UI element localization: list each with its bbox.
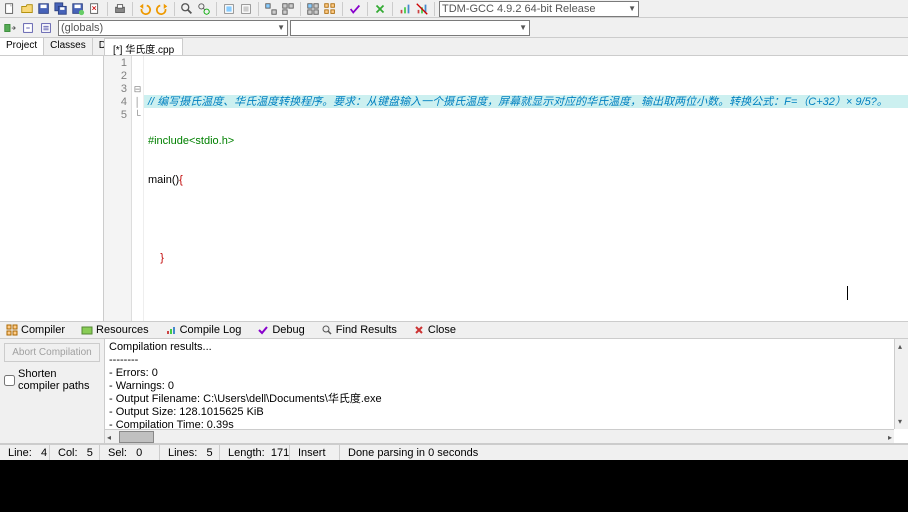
scope-select-value: (globals) [61,22,103,34]
editor-tabs: [*] 华氏度.cpp [104,38,908,56]
compiler-select-value: TDM-GCC 4.9.2 64-bit Release [442,3,595,15]
code-editor[interactable]: 12345 ⊟│└ // 编写摄氏温度、华氏温度转换程序。要求：从键盘输入一个摄… [104,56,908,321]
save-as-icon[interactable] [70,1,86,17]
goto-func-icon[interactable] [2,20,18,36]
run-icon[interactable] [238,1,254,17]
tab-compilelog[interactable]: Compile Log [161,323,246,337]
compile-controls: Abort Compilation Shorten compiler paths [0,339,105,443]
shorten-paths-checkbox[interactable]: Shorten compiler paths [4,368,100,392]
compile-icon[interactable] [221,1,237,17]
compile-run1-icon[interactable] [263,1,279,17]
grid-icon[interactable] [322,1,338,17]
rebuild-icon[interactable] [305,1,321,17]
tab-btm-debug[interactable]: Debug [253,323,308,337]
line-gutter: 12345 [104,56,132,321]
scope-select[interactable]: (globals)▼ [58,20,288,36]
status-bar: Line: 4 Col: 5 Sel: 0 Lines: 5 Length: 1… [0,444,908,460]
close-file-icon[interactable] [87,1,103,17]
output-tabs: Compiler Resources Compile Log Debug Fin… [0,321,908,339]
new-file-icon[interactable] [2,1,18,17]
debug-check-icon[interactable] [347,1,363,17]
compiler-select[interactable]: TDM-GCC 4.9.2 64-bit Release▼ [439,1,639,17]
tab-close[interactable]: Close [409,323,460,337]
fold-gutter: ⊟│└ [132,56,144,321]
back-icon[interactable] [20,20,36,36]
member-select[interactable]: ▼ [290,20,530,36]
print-icon[interactable] [112,1,128,17]
text-cursor [847,286,848,300]
horizontal-scrollbar[interactable] [105,429,894,443]
fwd-icon[interactable] [38,20,54,36]
tab-classes[interactable]: Classes [44,38,93,55]
tab-compiler[interactable]: Compiler [2,323,69,337]
tab-resources[interactable]: Resources [77,323,153,337]
scope-toolbar: (globals)▼ ▼ [0,18,908,38]
save-all-icon[interactable] [53,1,69,17]
editor-tab-active[interactable]: [*] 华氏度.cpp [104,38,183,55]
debug-stop-icon[interactable] [372,1,388,17]
project-panel: Project Classes Debug [0,38,104,321]
find-icon[interactable] [179,1,195,17]
tab-findresults[interactable]: Find Results [317,323,401,337]
main-toolbar: TDM-GCC 4.9.2 64-bit Release▼ [0,0,908,18]
undo-icon[interactable] [137,1,153,17]
save-icon[interactable] [36,1,52,17]
compile-run2-icon[interactable] [280,1,296,17]
delete-profile-icon[interactable] [414,1,430,17]
project-tree[interactable] [0,56,103,321]
tab-project[interactable]: Project [0,38,44,55]
replace-icon[interactable] [196,1,212,17]
redo-icon[interactable] [154,1,170,17]
fold-minus-icon[interactable]: ⊟ [132,83,143,96]
compile-log-output[interactable]: Compilation results... -------- - Errors… [105,339,908,443]
open-icon[interactable] [19,1,35,17]
abort-compilation-button: Abort Compilation [4,343,100,362]
profile-icon[interactable] [397,1,413,17]
vertical-scrollbar[interactable] [894,339,908,429]
